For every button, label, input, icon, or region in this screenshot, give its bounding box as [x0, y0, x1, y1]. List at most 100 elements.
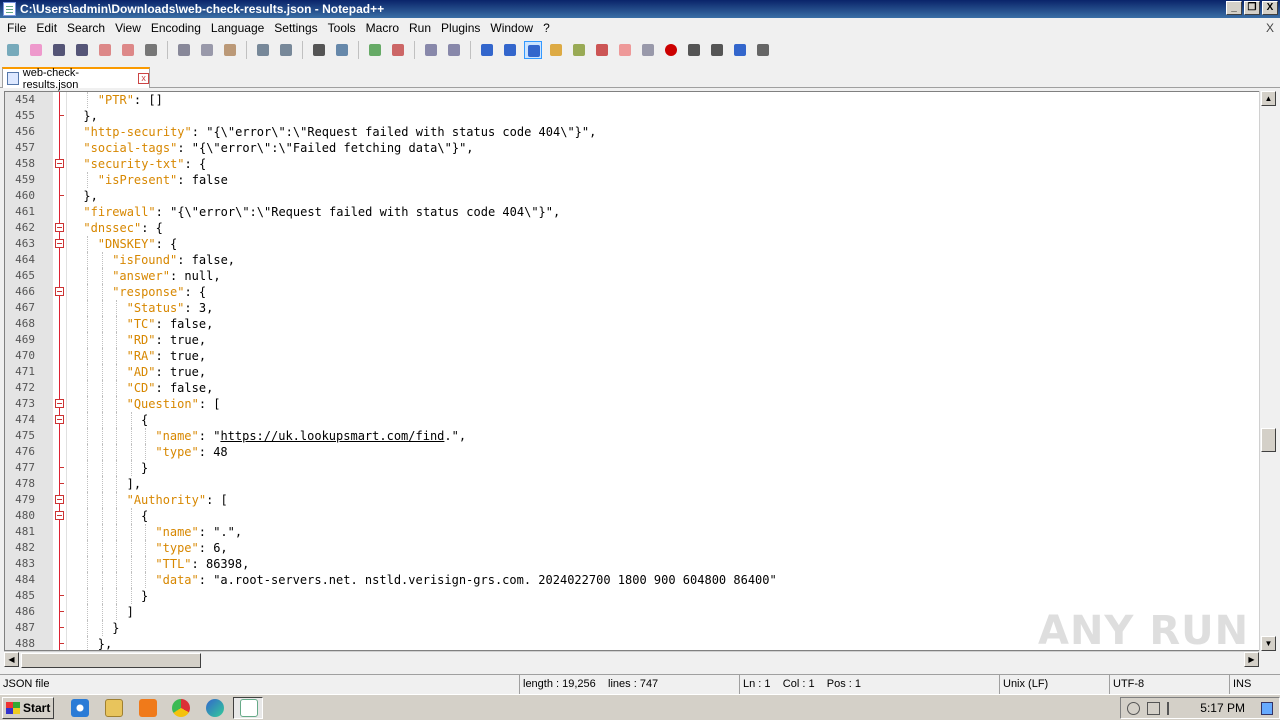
print-icon[interactable] [142, 41, 160, 59]
toolbar-separator [470, 41, 471, 59]
play-macro-icon[interactable] [708, 41, 726, 59]
show-desktop-icon[interactable] [1261, 702, 1273, 715]
open-file-icon[interactable] [27, 41, 45, 59]
code-text: "TTL": 86398, [155, 556, 249, 572]
vertical-scroll-thumb[interactable] [1261, 428, 1276, 452]
tab-close-icon[interactable]: x [138, 73, 149, 84]
ie-icon[interactable] [71, 699, 89, 717]
fold-minus-icon[interactable] [55, 159, 64, 168]
menu-language[interactable]: Language [206, 18, 269, 38]
chrome-icon[interactable] [172, 699, 190, 717]
fold-minus-icon[interactable] [55, 495, 64, 504]
horizontal-scroll-thumb[interactable] [21, 653, 201, 668]
all-chars-icon[interactable] [501, 41, 519, 59]
menu-window[interactable]: Window [485, 18, 538, 38]
restore-button[interactable]: ❐ [1244, 1, 1260, 15]
tab-web-check-results[interactable]: web-check-results.json x [2, 67, 150, 91]
sync-h-icon[interactable] [445, 41, 463, 59]
redo-icon[interactable] [277, 41, 295, 59]
stop-macro-icon[interactable] [685, 41, 703, 59]
menu-settings[interactable]: Settings [269, 18, 322, 38]
copy-icon[interactable] [198, 41, 216, 59]
sync-v-icon[interactable] [422, 41, 440, 59]
network-icon[interactable] [1147, 702, 1160, 715]
fold-minus-icon[interactable] [55, 399, 64, 408]
menu-encoding[interactable]: Encoding [146, 18, 206, 38]
start-button[interactable]: Start [2, 697, 54, 719]
indent-guide-icon[interactable] [524, 41, 542, 59]
json-value: : "a.root-servers.net. nstld.verisign-gr… [198, 573, 777, 587]
line-number: 467 [15, 301, 35, 314]
scroll-up-icon[interactable]: ▲ [1261, 91, 1276, 106]
wrap-icon[interactable] [478, 41, 496, 59]
save-icon[interactable] [50, 41, 68, 59]
volume-icon[interactable] [1127, 702, 1140, 715]
editor-area[interactable]: 454 "PTR": [] 455}, 456 "http-security": "{\… [4, 91, 1262, 651]
clock[interactable]: 5:17 PM [1200, 698, 1245, 718]
scroll-left-icon[interactable]: ◀ [4, 652, 19, 667]
url-link[interactable]: https://uk.lookupsmart.com/find [220, 429, 444, 443]
window-title: C:\Users\admin\Downloads\web-check-resul… [20, 2, 385, 16]
taskbar-notepadpp[interactable] [233, 697, 263, 719]
close-document-x[interactable]: X [1266, 18, 1274, 38]
minimize-button[interactable]: _ [1226, 1, 1242, 15]
indent-guide [101, 588, 103, 604]
json-value: } [141, 589, 149, 603]
monitor-icon[interactable] [639, 41, 657, 59]
json-value: : true, [155, 333, 207, 347]
undo-glyph [257, 44, 269, 56]
menu-macro[interactable]: Macro [361, 18, 404, 38]
close-all-icon[interactable] [119, 41, 137, 59]
code-line: 461 "firewall": "{\"error\":\"Request fai… [5, 204, 1261, 220]
indent-guide [87, 92, 89, 108]
fold-minus-icon[interactable] [55, 287, 64, 296]
new-file-icon[interactable] [4, 41, 22, 59]
scroll-down-icon[interactable]: ▼ [1261, 636, 1276, 651]
paste-icon[interactable] [221, 41, 239, 59]
menu-run[interactable]: Run [404, 18, 436, 38]
json-value: : { [155, 237, 178, 251]
fold-minus-icon[interactable] [55, 511, 64, 520]
status-eol[interactable]: Unix (LF) [1000, 675, 1110, 694]
menu-file[interactable]: File [2, 18, 31, 38]
folder-workspace-icon[interactable] [616, 41, 634, 59]
menu-plugins[interactable]: Plugins [436, 18, 485, 38]
action-center-flag-icon[interactable] [1167, 702, 1180, 715]
udl-icon[interactable] [547, 41, 565, 59]
zoom-out-icon[interactable] [389, 41, 407, 59]
save-macro-icon[interactable] [754, 41, 772, 59]
vertical-scrollbar[interactable]: ▲ ▼ [1259, 91, 1276, 651]
code-line: 454 "PTR": [] [5, 92, 1261, 108]
fold-minus-icon[interactable] [55, 239, 64, 248]
find-icon[interactable] [310, 41, 328, 59]
edge-icon[interactable] [206, 699, 224, 717]
menu-tools[interactable]: Tools [323, 18, 361, 38]
replace-icon[interactable] [333, 41, 351, 59]
toolbar-separator [414, 41, 415, 59]
fold-minus-icon[interactable] [55, 415, 64, 424]
close-icon[interactable] [96, 41, 114, 59]
scroll-right-icon[interactable]: ▶ [1244, 652, 1259, 667]
close-window-button[interactable]: X [1262, 1, 1278, 15]
menu-help[interactable]: ? [538, 18, 555, 38]
code-line: 457 "social-tags": "{\"error\":\"Failed f… [5, 140, 1261, 156]
record-macro-icon[interactable] [662, 41, 680, 59]
line-number: 475 [15, 429, 35, 442]
explorer-folder-icon[interactable] [105, 699, 123, 717]
fold-minus-icon[interactable] [55, 223, 64, 232]
zoom-in-icon[interactable] [366, 41, 384, 59]
json-key: "CD" [126, 381, 156, 395]
menu-edit[interactable]: Edit [31, 18, 62, 38]
menu-search[interactable]: Search [62, 18, 110, 38]
save-all-icon[interactable] [73, 41, 91, 59]
function-list-icon[interactable] [593, 41, 611, 59]
media-player-icon[interactable] [139, 699, 157, 717]
code-line: 467 "Status": 3, [5, 300, 1261, 316]
cut-icon[interactable] [175, 41, 193, 59]
doc-map-icon[interactable] [570, 41, 588, 59]
play-multi-icon[interactable] [731, 41, 749, 59]
indent-guide [87, 172, 89, 188]
status-encoding[interactable]: UTF-8 [1110, 675, 1230, 694]
menu-view[interactable]: View [110, 18, 146, 38]
undo-icon[interactable] [254, 41, 272, 59]
